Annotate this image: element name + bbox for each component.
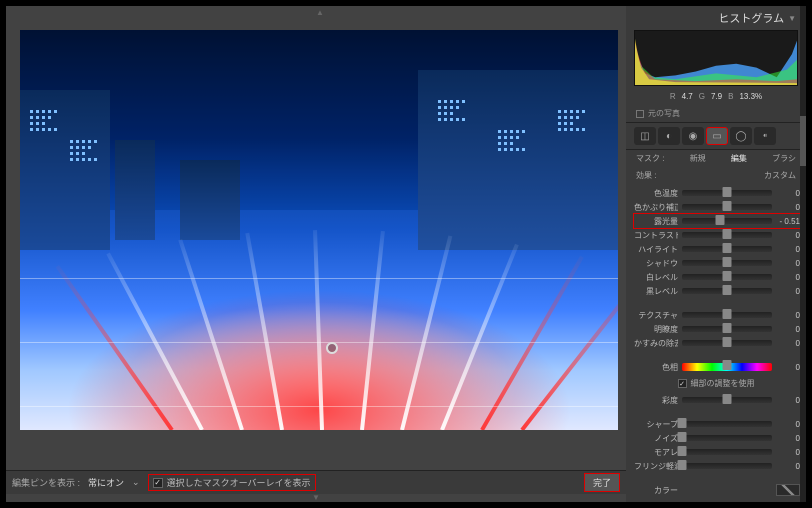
slider-ノイズ[interactable]: ノイズ0 xyxy=(634,431,800,445)
effect-value[interactable]: カスタム xyxy=(764,170,796,181)
panel-title: ヒストグラム xyxy=(718,10,784,26)
collapse-icon: ▼ xyxy=(788,14,796,23)
slider-ハイライト[interactable]: ハイライト0 xyxy=(634,242,800,256)
bottom-toolbar: 編集ピンを表示 : 常にオン ⌄ ✓ 選択したマスクオーバーレイを表示 完了 xyxy=(6,470,626,494)
slider-テクスチャ[interactable]: テクスチャ0 xyxy=(634,308,800,322)
mask-edit[interactable]: 編集 xyxy=(731,153,747,164)
slider-明瞭度[interactable]: 明瞭度0 xyxy=(634,322,800,336)
slider-色かぶり補正[interactable]: 色かぶり補正0 xyxy=(634,200,800,214)
graduated-filter-icon[interactable]: ▭ xyxy=(706,127,728,145)
main-photo[interactable] xyxy=(20,30,618,430)
orig-label: 元の写真 xyxy=(648,108,680,119)
slider-シャープ[interactable]: シャープ0 xyxy=(634,417,800,431)
slider-かすみの除去[interactable]: かすみの除去0 xyxy=(634,336,800,350)
mask-overlay-checkbox[interactable]: ✓ 選択したマスクオーバーレイを表示 xyxy=(148,474,316,491)
checkbox-icon xyxy=(636,110,644,118)
done-button[interactable]: 完了 xyxy=(584,473,620,492)
radial-filter-icon[interactable]: ◯ xyxy=(730,127,752,145)
slider-コントラスト[interactable]: コントラスト0 xyxy=(634,228,800,242)
slider-フリンジ軽減[interactable]: フリンジ軽減0 xyxy=(634,459,800,473)
range-mask[interactable]: 範囲マスク : オフ xyxy=(626,499,806,502)
local-adjust-checkbox[interactable]: ✓ 細部の調整を使用 xyxy=(626,376,806,391)
pins-label: 編集ピンを表示 : xyxy=(12,476,80,489)
histogram-header[interactable]: ヒストグラム ▼ xyxy=(626,6,806,30)
slider-hue[interactable]: 色相 0 xyxy=(634,360,800,374)
slider-露光量[interactable]: 露光量- 0.51 xyxy=(634,214,800,228)
color-swatch-row[interactable]: カラー xyxy=(634,483,800,497)
effect-label: 効果 : xyxy=(636,170,656,181)
slider-黒レベル[interactable]: 黒レベル0 xyxy=(634,284,800,298)
check-icon: ✓ xyxy=(678,379,687,388)
pins-mode[interactable]: 常にオン xyxy=(88,476,124,489)
local-tools: ◫ ◐ ◉ ▭ ◯ ⁌ xyxy=(626,123,806,150)
histogram-readout: R4.7 G7.9 B13.3% xyxy=(626,90,806,105)
histogram[interactable] xyxy=(634,30,798,86)
panel-scrollbar[interactable] xyxy=(800,6,806,502)
check-icon: ✓ xyxy=(153,478,163,488)
slider-モアレ[interactable]: モアレ0 xyxy=(634,445,800,459)
right-panel: ヒストグラム ▼ R4.7 G7.9 B13.3% 元の写真 ◫ ◐ ◉ ▭ ◯ xyxy=(626,6,806,502)
pins-dropdown-icon[interactable]: ⌄ xyxy=(132,477,140,488)
brush-tool-icon[interactable]: ⁌ xyxy=(754,127,776,145)
color-swatch[interactable] xyxy=(776,484,800,496)
mask-brush[interactable]: ブラシ xyxy=(772,153,796,164)
slider-saturation[interactable]: 彩度 0 xyxy=(634,393,800,407)
redeye-tool-icon[interactable]: ◉ xyxy=(682,127,704,145)
edit-pin[interactable] xyxy=(326,342,338,354)
slider-色温度[interactable]: 色温度0 xyxy=(634,186,800,200)
mask-label: マスク : xyxy=(636,153,664,164)
original-photo-toggle[interactable]: 元の写真 xyxy=(626,105,806,123)
spot-tool-icon[interactable]: ◐ xyxy=(658,127,680,145)
slider-白レベル[interactable]: 白レベル0 xyxy=(634,270,800,284)
mask-new[interactable]: 新規 xyxy=(690,153,706,164)
overlay-label: 選択したマスクオーバーレイを表示 xyxy=(167,476,311,489)
crop-tool-icon[interactable]: ◫ xyxy=(634,127,656,145)
slider-シャドウ[interactable]: シャドウ0 xyxy=(634,256,800,270)
